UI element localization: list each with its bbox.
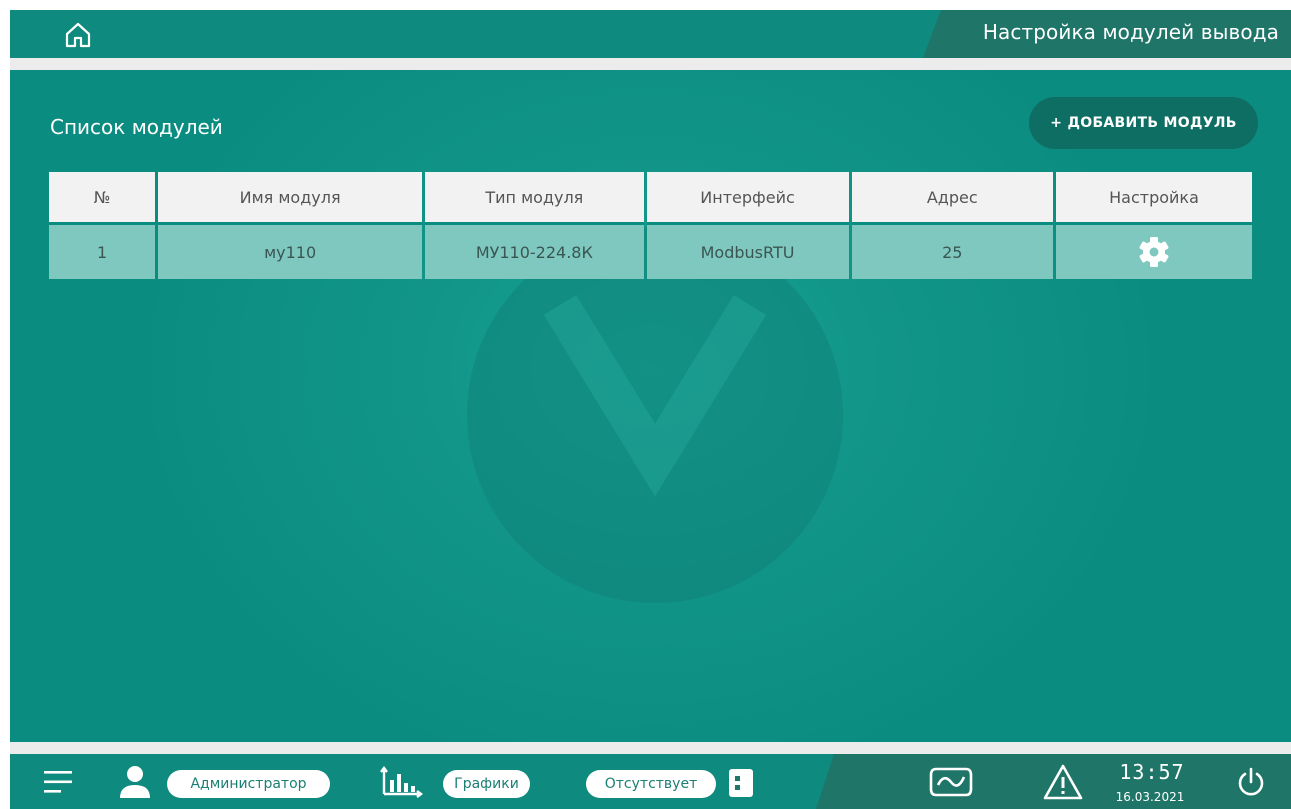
column-header-address: Адрес	[851, 172, 1053, 225]
gear-icon[interactable]	[1136, 234, 1172, 270]
top-bar: Настройка модулей вывода	[10, 10, 1291, 58]
user-button[interactable]: Администратор	[167, 770, 330, 798]
background-logo	[467, 227, 843, 603]
power-icon[interactable]	[1235, 766, 1267, 798]
bottom-divider	[10, 742, 1291, 754]
bottom-bar: Администратор Графики Отсутствует 13:57 …	[10, 754, 1291, 809]
table-row[interactable]: 1 му110 МУ110-224.8К ModbusRTU 25	[49, 225, 1252, 279]
title-panel: Настройка модулей вывода	[923, 10, 1291, 58]
home-icon[interactable]	[64, 21, 92, 49]
signal-icon[interactable]	[928, 765, 974, 799]
clock-time: 13:57	[1119, 760, 1185, 784]
top-divider	[10, 58, 1291, 70]
status-icon[interactable]	[729, 769, 753, 797]
cell-settings[interactable]	[1056, 225, 1252, 279]
page-title: Настройка модулей вывода	[982, 20, 1279, 44]
cell-address: 25	[851, 225, 1053, 279]
cell-number: 1	[49, 225, 156, 279]
warning-icon[interactable]	[1042, 763, 1084, 801]
cell-interface: ModbusRTU	[646, 225, 849, 279]
status-button[interactable]: Отсутствует	[586, 770, 716, 798]
charts-icon[interactable]	[380, 766, 428, 798]
add-module-button[interactable]: + ДОБАВИТЬ МОДУЛЬ	[1029, 97, 1258, 149]
menu-icon[interactable]	[44, 770, 72, 794]
table-header-row: № Имя модуля Тип модуля Интерфейс Адрес …	[49, 172, 1252, 225]
column-header-interface: Интерфейс	[646, 172, 849, 225]
column-header-settings: Настройка	[1056, 172, 1252, 225]
column-header-number: №	[49, 172, 156, 225]
column-header-type: Тип модуля	[425, 172, 644, 225]
cell-name: му110	[158, 225, 423, 279]
cell-type: МУ110-224.8К	[425, 225, 644, 279]
user-icon[interactable]	[119, 765, 151, 799]
modules-table: № Имя модуля Тип модуля Интерфейс Адрес …	[46, 172, 1255, 279]
section-title: Список модулей	[50, 115, 223, 139]
column-header-name: Имя модуля	[158, 172, 423, 225]
charts-button[interactable]: Графики	[443, 770, 530, 798]
clock-date: 16.03.2021	[1115, 790, 1185, 804]
screen: Настройка модулей вывода Список модулей …	[10, 10, 1291, 809]
